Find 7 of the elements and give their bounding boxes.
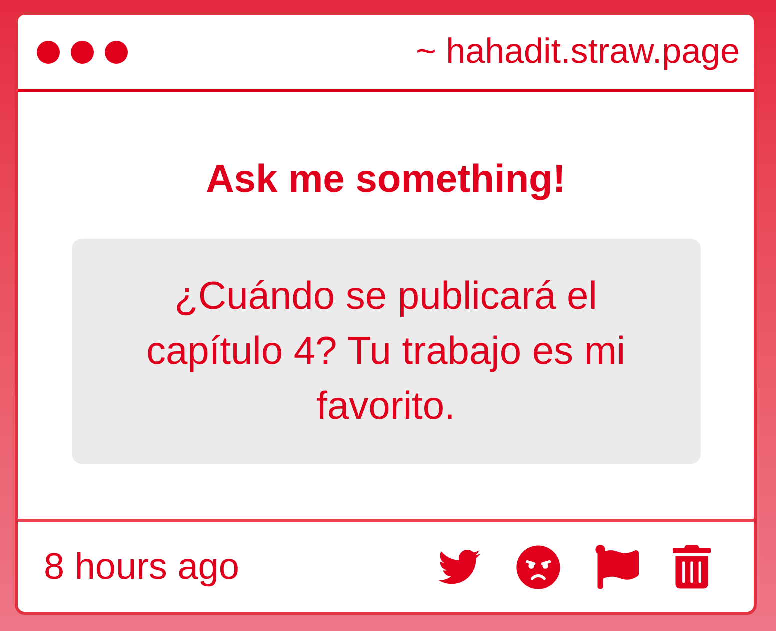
page-url: ~ hahadit.straw.page (416, 31, 740, 73)
prompt-title: Ask me something! (206, 158, 566, 202)
time-ago: 8 hours ago (44, 545, 240, 589)
flag-icon[interactable] (595, 544, 639, 590)
trash-icon[interactable] (673, 545, 711, 589)
angry-face-icon[interactable] (516, 544, 561, 590)
question-text: ¿Cuándo se publicará el capítulo 4? Tu trabajo es mi favorito. (145, 274, 627, 430)
